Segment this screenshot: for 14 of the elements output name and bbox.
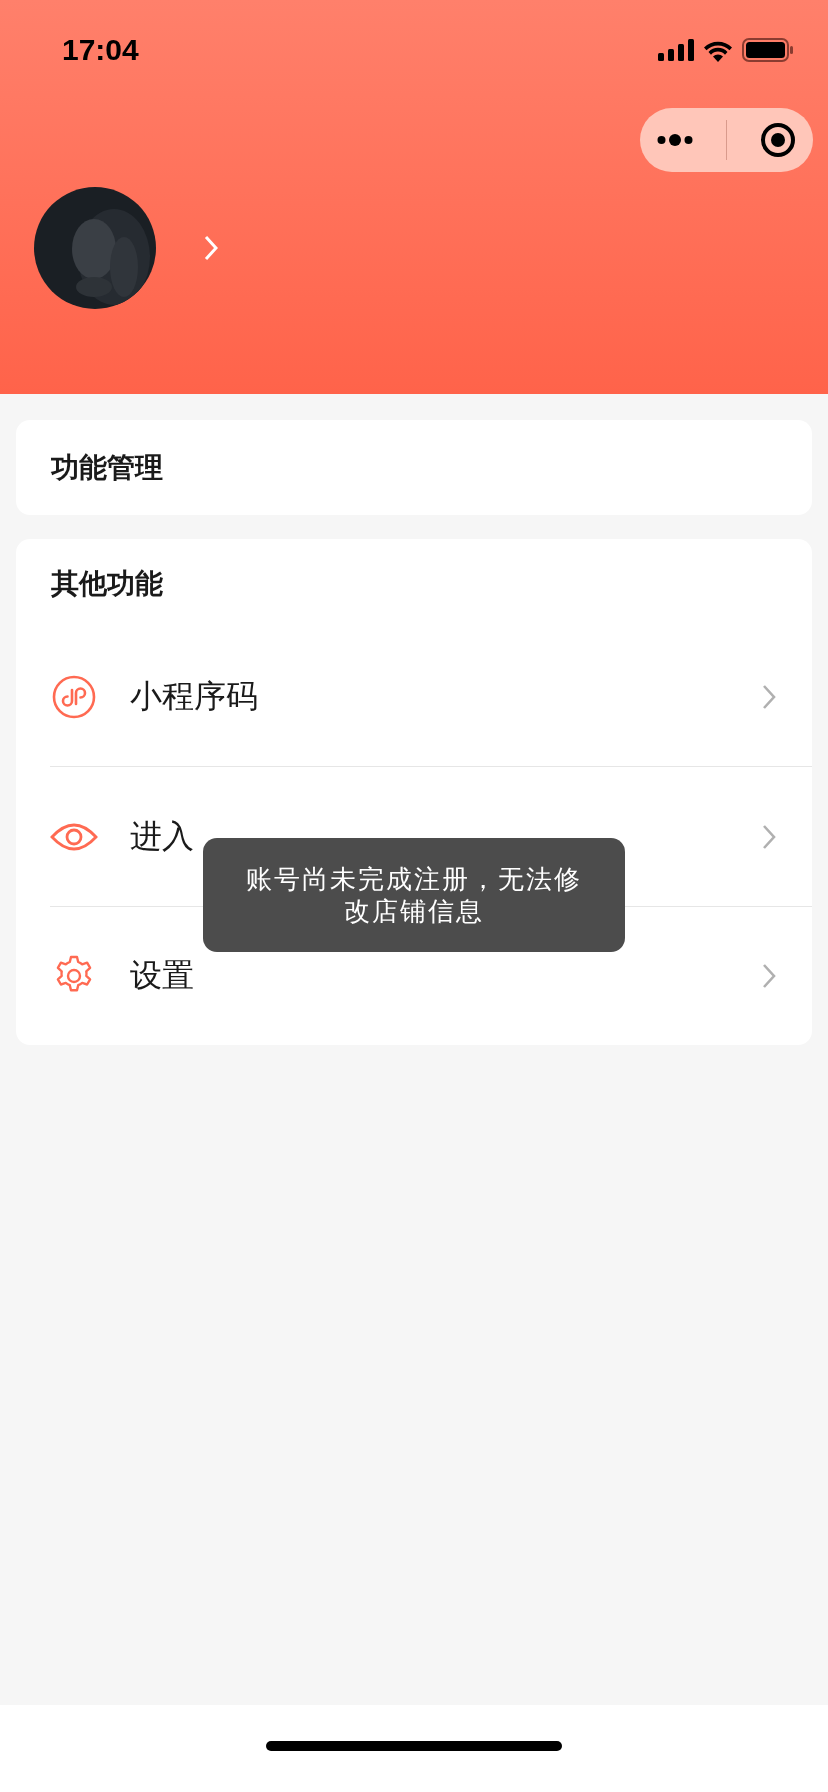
chevron-right-icon [762, 963, 776, 989]
chevron-right-icon [762, 823, 776, 850]
close-target-icon[interactable] [760, 122, 797, 158]
chevron-right-icon[interactable] [204, 235, 218, 261]
chevron-right-icon [762, 683, 776, 710]
section-title: 其他功能 [50, 566, 164, 602]
mini-program-icon [52, 674, 96, 719]
battery-icon [742, 38, 794, 62]
status-time: 17:04 [62, 33, 139, 67]
section-title: 功能管理 [50, 450, 164, 486]
signal-icon [658, 39, 694, 61]
more-icon[interactable] [656, 133, 693, 147]
menu-item[interactable]: 小程序码 [50, 627, 812, 766]
eye-icon [50, 821, 98, 852]
